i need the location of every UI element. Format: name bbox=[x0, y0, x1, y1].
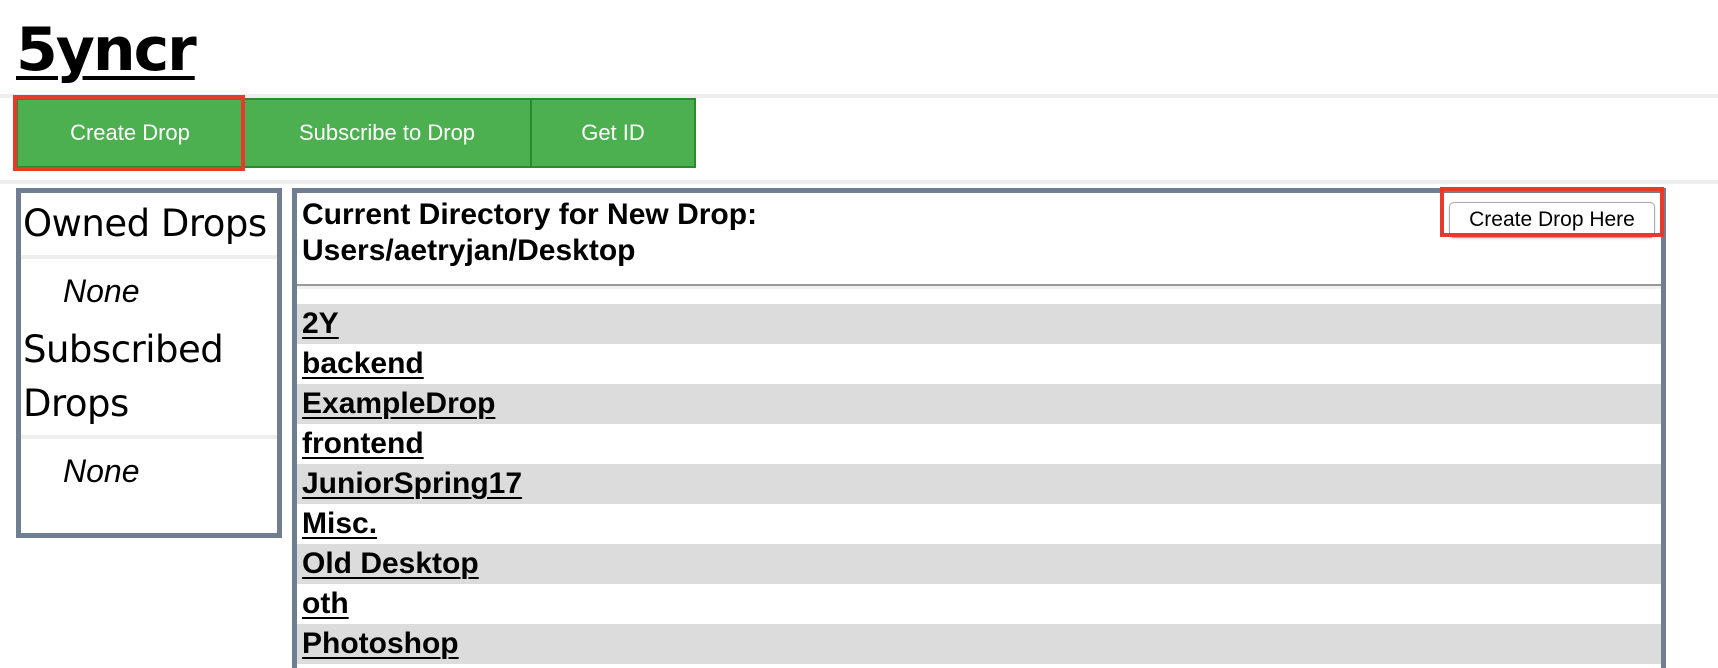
owned-drops-heading: Owned Drops bbox=[23, 202, 267, 245]
directory-item-juniorspring17[interactable]: JuniorSpring17 bbox=[297, 464, 1661, 504]
directory-item-photoshop[interactable]: Photoshop bbox=[297, 624, 1661, 664]
directory-item-exampledrop[interactable]: ExampleDrop bbox=[297, 384, 1661, 424]
directory-list: 2Y backend ExampleDrop frontend JuniorSp… bbox=[297, 304, 1661, 664]
directory-item-oth[interactable]: oth bbox=[297, 584, 1661, 624]
top-nav: Create Drop Subscribe to Drop Get ID bbox=[16, 98, 696, 168]
subscribed-drops-heading: Subscribed Drops bbox=[23, 328, 224, 425]
directory-path: Users/aetryjan/Desktop bbox=[302, 234, 636, 267]
directory-divider bbox=[297, 284, 1661, 289]
get-id-button[interactable]: Get ID bbox=[532, 98, 696, 168]
directory-item-misc[interactable]: Misc. bbox=[297, 504, 1661, 544]
directory-item-frontend[interactable]: frontend bbox=[297, 424, 1661, 464]
subscribed-drops-empty: None bbox=[63, 453, 140, 489]
drops-sidebar: Owned Drops None Subscribed Drops None bbox=[16, 188, 282, 538]
app-title: 5yncr bbox=[16, 15, 197, 85]
create-drop-here-button[interactable]: Create Drop Here bbox=[1449, 202, 1655, 238]
nav-divider bbox=[0, 180, 1718, 184]
directory-label: Current Directory for New Drop: bbox=[302, 198, 758, 231]
directory-item-2y[interactable]: 2Y bbox=[297, 304, 1661, 344]
directory-header: Current Directory for New Drop: Users/ae… bbox=[302, 197, 757, 269]
subscribe-to-drop-button[interactable]: Subscribe to Drop bbox=[244, 98, 532, 168]
create-drop-button[interactable]: Create Drop bbox=[16, 98, 244, 168]
directory-item-backend[interactable]: backend bbox=[297, 344, 1661, 384]
directory-browser: Current Directory for New Drop: Users/ae… bbox=[292, 188, 1666, 668]
directory-item-old-desktop[interactable]: Old Desktop bbox=[297, 544, 1661, 584]
owned-drops-empty: None bbox=[63, 273, 140, 309]
